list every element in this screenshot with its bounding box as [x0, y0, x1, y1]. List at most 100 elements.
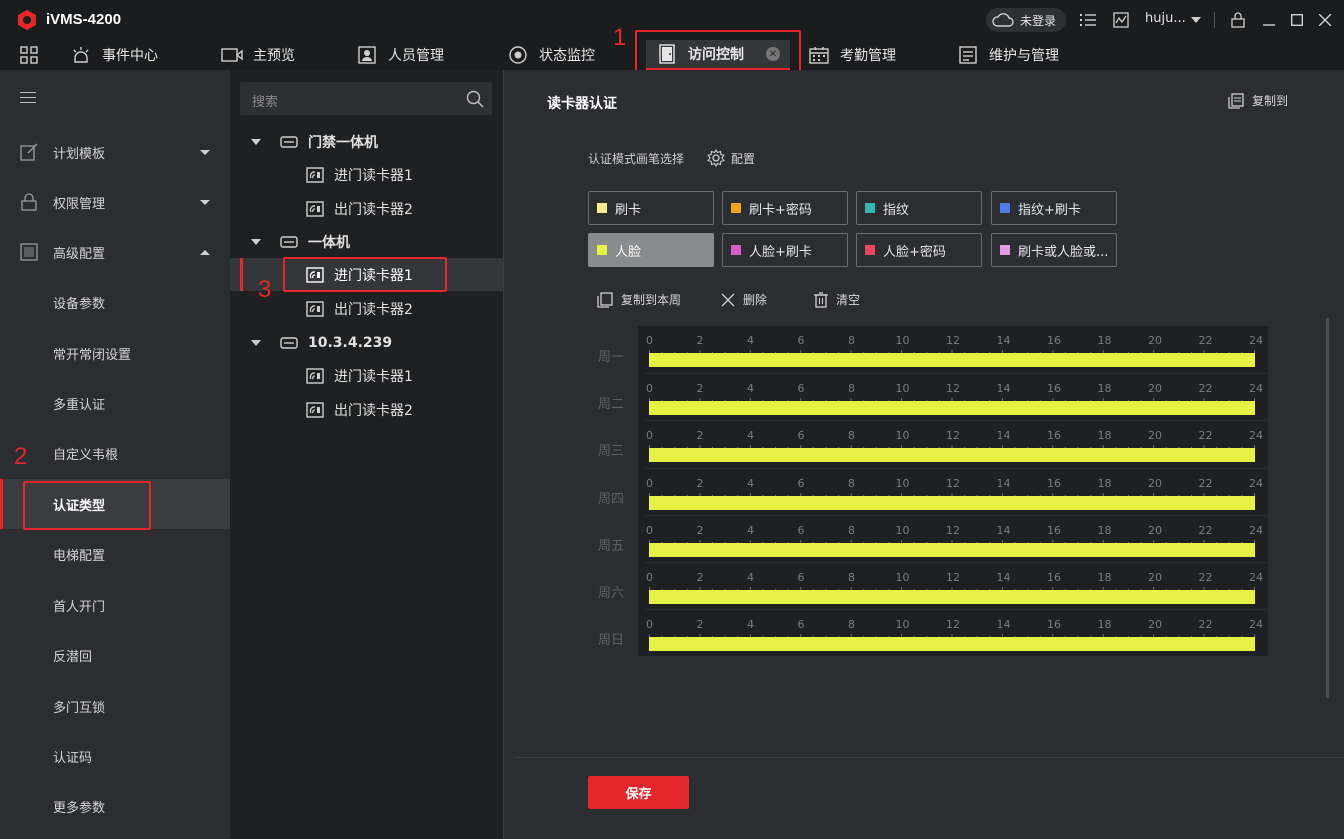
minimize-icon[interactable]: [1259, 10, 1279, 30]
schedule-bar-face[interactable]: [649, 496, 1255, 510]
tick-label: 18: [1097, 429, 1112, 442]
tick-label: 0: [646, 477, 653, 490]
save-button[interactable]: 保存: [588, 776, 689, 809]
chevron-down-icon[interactable]: [1186, 10, 1206, 30]
day-label: 周二: [598, 397, 625, 412]
clear-button[interactable]: 清空: [814, 291, 860, 308]
schedule-bar-face[interactable]: [649, 637, 1255, 651]
tick-label: 2: [696, 429, 704, 442]
tree-group[interactable]: 一体机: [230, 225, 503, 258]
tab-maintenance[interactable]: 维护与管理: [957, 40, 1059, 70]
tab-person-management[interactable]: 人员管理: [356, 40, 444, 70]
tree-group-label: 10.3.4.239: [308, 334, 393, 351]
day-schedule-row[interactable]: 0 2 4 6 8 10 12 14 16 18 20 22 24: [645, 326, 1267, 371]
day-schedule-row[interactable]: 0 2 4 6 8 10 12 14 16 18 20 22 24: [645, 468, 1267, 513]
sidebar-item-device-params[interactable]: 设备参数: [0, 277, 230, 327]
tree-reader[interactable]: 出门读卡器2: [230, 192, 503, 225]
scrollbar[interactable]: [1326, 318, 1329, 698]
close-icon[interactable]: [1315, 10, 1335, 30]
mode-card[interactable]: 刷卡: [588, 191, 714, 225]
tick-label: 12: [946, 477, 960, 490]
day-label: 周日: [598, 633, 625, 648]
tick-label: 6: [797, 618, 805, 631]
mode-fingerprint-card[interactable]: 指纹+刷卡: [991, 191, 1117, 225]
schedule-bar-face[interactable]: [649, 448, 1255, 462]
schedule-bar-face[interactable]: [649, 401, 1255, 415]
tick-label: 12: [946, 571, 960, 584]
list-icon[interactable]: [1078, 10, 1098, 30]
tick-label: 14: [996, 524, 1011, 537]
tree-group[interactable]: 10.3.4.239: [230, 326, 503, 359]
day-schedule-row[interactable]: 0 2 4 6 8 10 12 14 16 18 20 22 24: [645, 515, 1267, 560]
mode-face-card[interactable]: 人脸+刷卡: [722, 233, 848, 267]
copy-week-button[interactable]: 复制到本周: [597, 291, 681, 308]
mode-face-password[interactable]: 人脸+密码: [856, 233, 982, 267]
tab-attendance[interactable]: 考勤管理: [808, 40, 896, 70]
search-icon[interactable]: [466, 90, 484, 108]
annotation-number-2: 2: [14, 443, 28, 470]
sidebar-item-advanced-config[interactable]: 高级配置: [0, 227, 230, 277]
main-view-icon: [221, 44, 243, 66]
schedule-bar-face[interactable]: [649, 543, 1255, 557]
sidebar-item-elevator[interactable]: 电梯配置: [0, 529, 230, 579]
tab-main-view[interactable]: 主预览: [221, 40, 295, 70]
gear-icon: [707, 149, 725, 167]
mode-label: 人脸+密码: [883, 244, 946, 260]
sidebar-item-wiegand[interactable]: 自定义韦根: [0, 428, 230, 478]
day-schedule-row[interactable]: 0 2 4 6 8 10 12 14 16 18 20 22 24: [645, 562, 1267, 607]
sidebar-item-permission[interactable]: 权限管理: [0, 177, 230, 227]
sidebar-item-plan-template[interactable]: 计划模板: [0, 127, 230, 177]
lock-icon[interactable]: [1228, 10, 1248, 30]
sidebar-item-label: 更多参数: [53, 800, 106, 816]
tick-label: 18: [1097, 571, 1112, 584]
tick-label: 12: [946, 334, 960, 347]
sidebar-item-label: 多门互锁: [53, 700, 106, 716]
tick-label: 0: [646, 334, 653, 347]
color-swatch: [731, 245, 741, 255]
day-schedule-row[interactable]: 0 2 4 6 8 10 12 14 16 18 20 22 24: [645, 420, 1267, 465]
performance-icon[interactable]: [1111, 10, 1131, 30]
sidebar-item-open-close[interactable]: 常开常闭设置: [0, 328, 230, 378]
tree-reader[interactable]: 出门读卡器2: [230, 393, 503, 426]
mode-card-password[interactable]: 刷卡+密码: [722, 191, 848, 225]
login-status-button[interactable]: 未登录: [986, 8, 1066, 32]
config-button[interactable]: 配置: [707, 149, 755, 167]
sidebar-item-first-person[interactable]: 首人开门: [0, 580, 230, 630]
maximize-icon[interactable]: [1287, 10, 1307, 30]
tick-label: 2: [696, 524, 704, 537]
expand-arrow-icon[interactable]: [251, 238, 261, 245]
day-schedule-row[interactable]: 0 2 4 6 8 10 12 14 16 18 20 22 24: [645, 373, 1267, 418]
tree-reader[interactable]: 进门读卡器1: [230, 359, 503, 392]
device-icon: [280, 235, 298, 248]
login-status-label: 未登录: [1020, 13, 1057, 28]
tick-label: 16: [1047, 382, 1061, 395]
tab-status-monitor[interactable]: 状态监控: [507, 40, 595, 70]
delete-button[interactable]: 删除: [721, 291, 767, 308]
tick-label: 8: [848, 618, 855, 631]
expand-arrow-icon[interactable]: [251, 138, 261, 145]
sidebar-item-more-params[interactable]: 更多参数: [0, 781, 230, 831]
mode-fingerprint[interactable]: 指纹: [856, 191, 982, 225]
menu-toggle-icon[interactable]: [20, 92, 36, 107]
day-schedule-row[interactable]: 0 2 4 6 8 10 12 14 16 18 20 22 24: [645, 609, 1267, 654]
sidebar-item-multi-auth[interactable]: 多重认证: [0, 378, 230, 428]
grid-icon: [18, 44, 40, 66]
schedule-bar-face[interactable]: [649, 353, 1255, 367]
mode-face[interactable]: 人脸: [588, 233, 714, 267]
mode-card-or-face[interactable]: 刷卡或人脸或...: [991, 233, 1117, 267]
tab-event-center[interactable]: 事件中心: [70, 40, 158, 70]
tree-reader[interactable]: 进门读卡器1: [230, 158, 503, 191]
tick-label: 10: [895, 334, 910, 347]
search-input[interactable]: 搜索: [240, 82, 492, 115]
user-name[interactable]: huju...: [1145, 11, 1186, 26]
tree-group[interactable]: 门禁一体机: [230, 125, 503, 158]
search-placeholder: 搜索: [252, 95, 279, 110]
schedule-bar-face[interactable]: [649, 590, 1255, 604]
expand-arrow-icon[interactable]: [251, 339, 261, 346]
person-icon: [356, 44, 378, 66]
copy-to-button[interactable]: 复制到: [1228, 92, 1288, 109]
sidebar-item-interlock[interactable]: 多门互锁: [0, 681, 230, 731]
sidebar-item-auth-code[interactable]: 认证码: [0, 731, 230, 781]
sidebar-item-anti-passback[interactable]: 反潜回: [0, 630, 230, 680]
apps-grid-button[interactable]: [18, 40, 40, 70]
